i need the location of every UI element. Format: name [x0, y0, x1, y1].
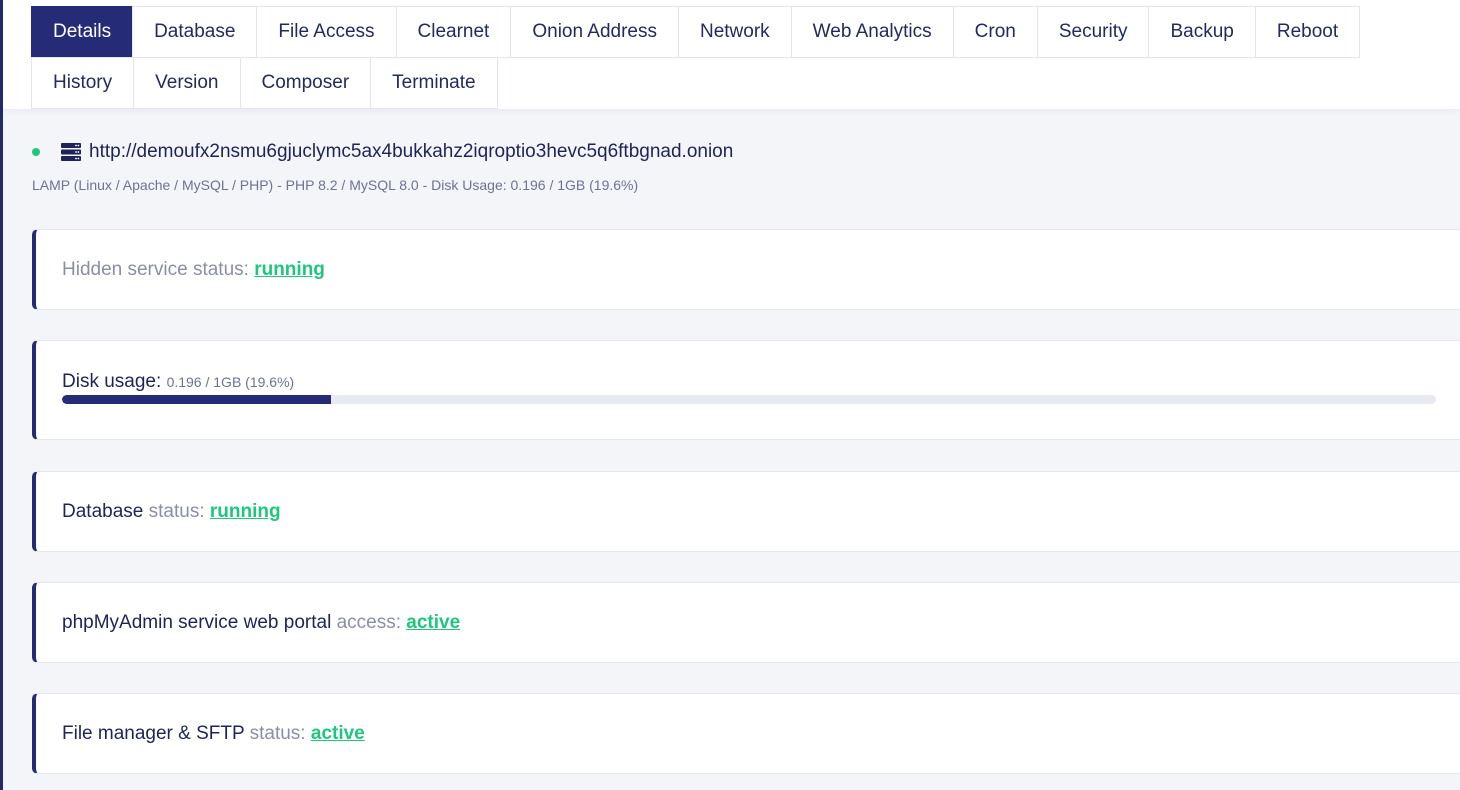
- tab-backup[interactable]: Backup: [1148, 6, 1256, 58]
- database-line: Database status: running: [62, 501, 281, 523]
- tab-security[interactable]: Security: [1036, 6, 1150, 58]
- tab-web-analytics[interactable]: Web Analytics: [790, 6, 954, 58]
- left-accent-rule: [0, 0, 3, 790]
- file-manager-status-label: status:: [249, 723, 306, 744]
- database-status-link[interactable]: running: [210, 501, 281, 522]
- disk-usage-progress-fill: [62, 395, 332, 404]
- tab-database[interactable]: Database: [132, 6, 258, 58]
- tab-terminate[interactable]: Terminate: [370, 57, 498, 109]
- tab-reboot[interactable]: Reboot: [1254, 6, 1361, 58]
- hidden-service-status-link[interactable]: running: [254, 259, 325, 280]
- phpmyadmin-line: phpMyAdmin service web portal access: ac…: [62, 612, 460, 634]
- disk-usage-label: Disk usage: [62, 371, 156, 392]
- hidden-service-card: Hidden service status: running: [32, 229, 1460, 310]
- server-icon: [61, 143, 81, 161]
- phpmyadmin-label: phpMyAdmin service web portal: [62, 612, 332, 633]
- database-status-label: status:: [148, 501, 205, 522]
- tab-file-access[interactable]: File Access: [256, 6, 397, 58]
- phpmyadmin-card: phpMyAdmin service web portal access: ac…: [32, 582, 1460, 663]
- tab-row-2: History Version Composer Terminate: [31, 57, 498, 109]
- tab-details[interactable]: Details: [31, 6, 134, 58]
- database-label: Database: [62, 501, 144, 522]
- tab-version[interactable]: Version: [133, 57, 241, 109]
- hidden-service-label: Hidden service status:: [62, 259, 249, 280]
- tab-cron[interactable]: Cron: [952, 6, 1038, 58]
- server-stack-info: LAMP (Linux / Apache / MySQL / PHP) - PH…: [32, 177, 639, 193]
- onion-address-link[interactable]: http://demoufx2nsmu6gjuclymc5ax4bukkahz2…: [89, 141, 733, 163]
- disk-usage-card: Disk usage: 0.196 / 1GB (19.6%): [32, 340, 1460, 440]
- disk-usage-line: Disk usage: 0.196 / 1GB (19.6%): [62, 371, 294, 393]
- tab-history[interactable]: History: [31, 57, 135, 109]
- file-manager-status-link[interactable]: active: [311, 723, 365, 744]
- tab-clearnet[interactable]: Clearnet: [395, 6, 512, 58]
- tab-network[interactable]: Network: [677, 6, 792, 58]
- tab-onion-address[interactable]: Onion Address: [510, 6, 679, 58]
- database-card: Database status: running: [32, 471, 1460, 552]
- disk-usage-value: 0.196 / 1GB (19.6%): [166, 374, 295, 390]
- server-header: http://demoufx2nsmu6gjuclymc5ax4bukkahz2…: [32, 141, 733, 163]
- hidden-service-line: Hidden service status: running: [62, 259, 325, 281]
- file-manager-label: File manager & SFTP: [62, 723, 245, 744]
- disk-usage-separator: :: [156, 371, 162, 392]
- file-manager-line: File manager & SFTP status: active: [62, 723, 365, 745]
- phpmyadmin-status-link[interactable]: active: [406, 612, 460, 633]
- tab-row-1: Details Database File Access Clearnet Onion …: [31, 6, 1361, 58]
- disk-usage-progress-track: [62, 395, 1436, 404]
- tab-bar: Details Database File Access Clearnet Onion …: [3, 0, 1460, 109]
- online-status-dot: [32, 148, 40, 156]
- phpmyadmin-access-label: access:: [336, 612, 401, 633]
- tab-composer[interactable]: Composer: [239, 57, 372, 109]
- file-manager-card: File manager & SFTP status: active: [32, 693, 1460, 774]
